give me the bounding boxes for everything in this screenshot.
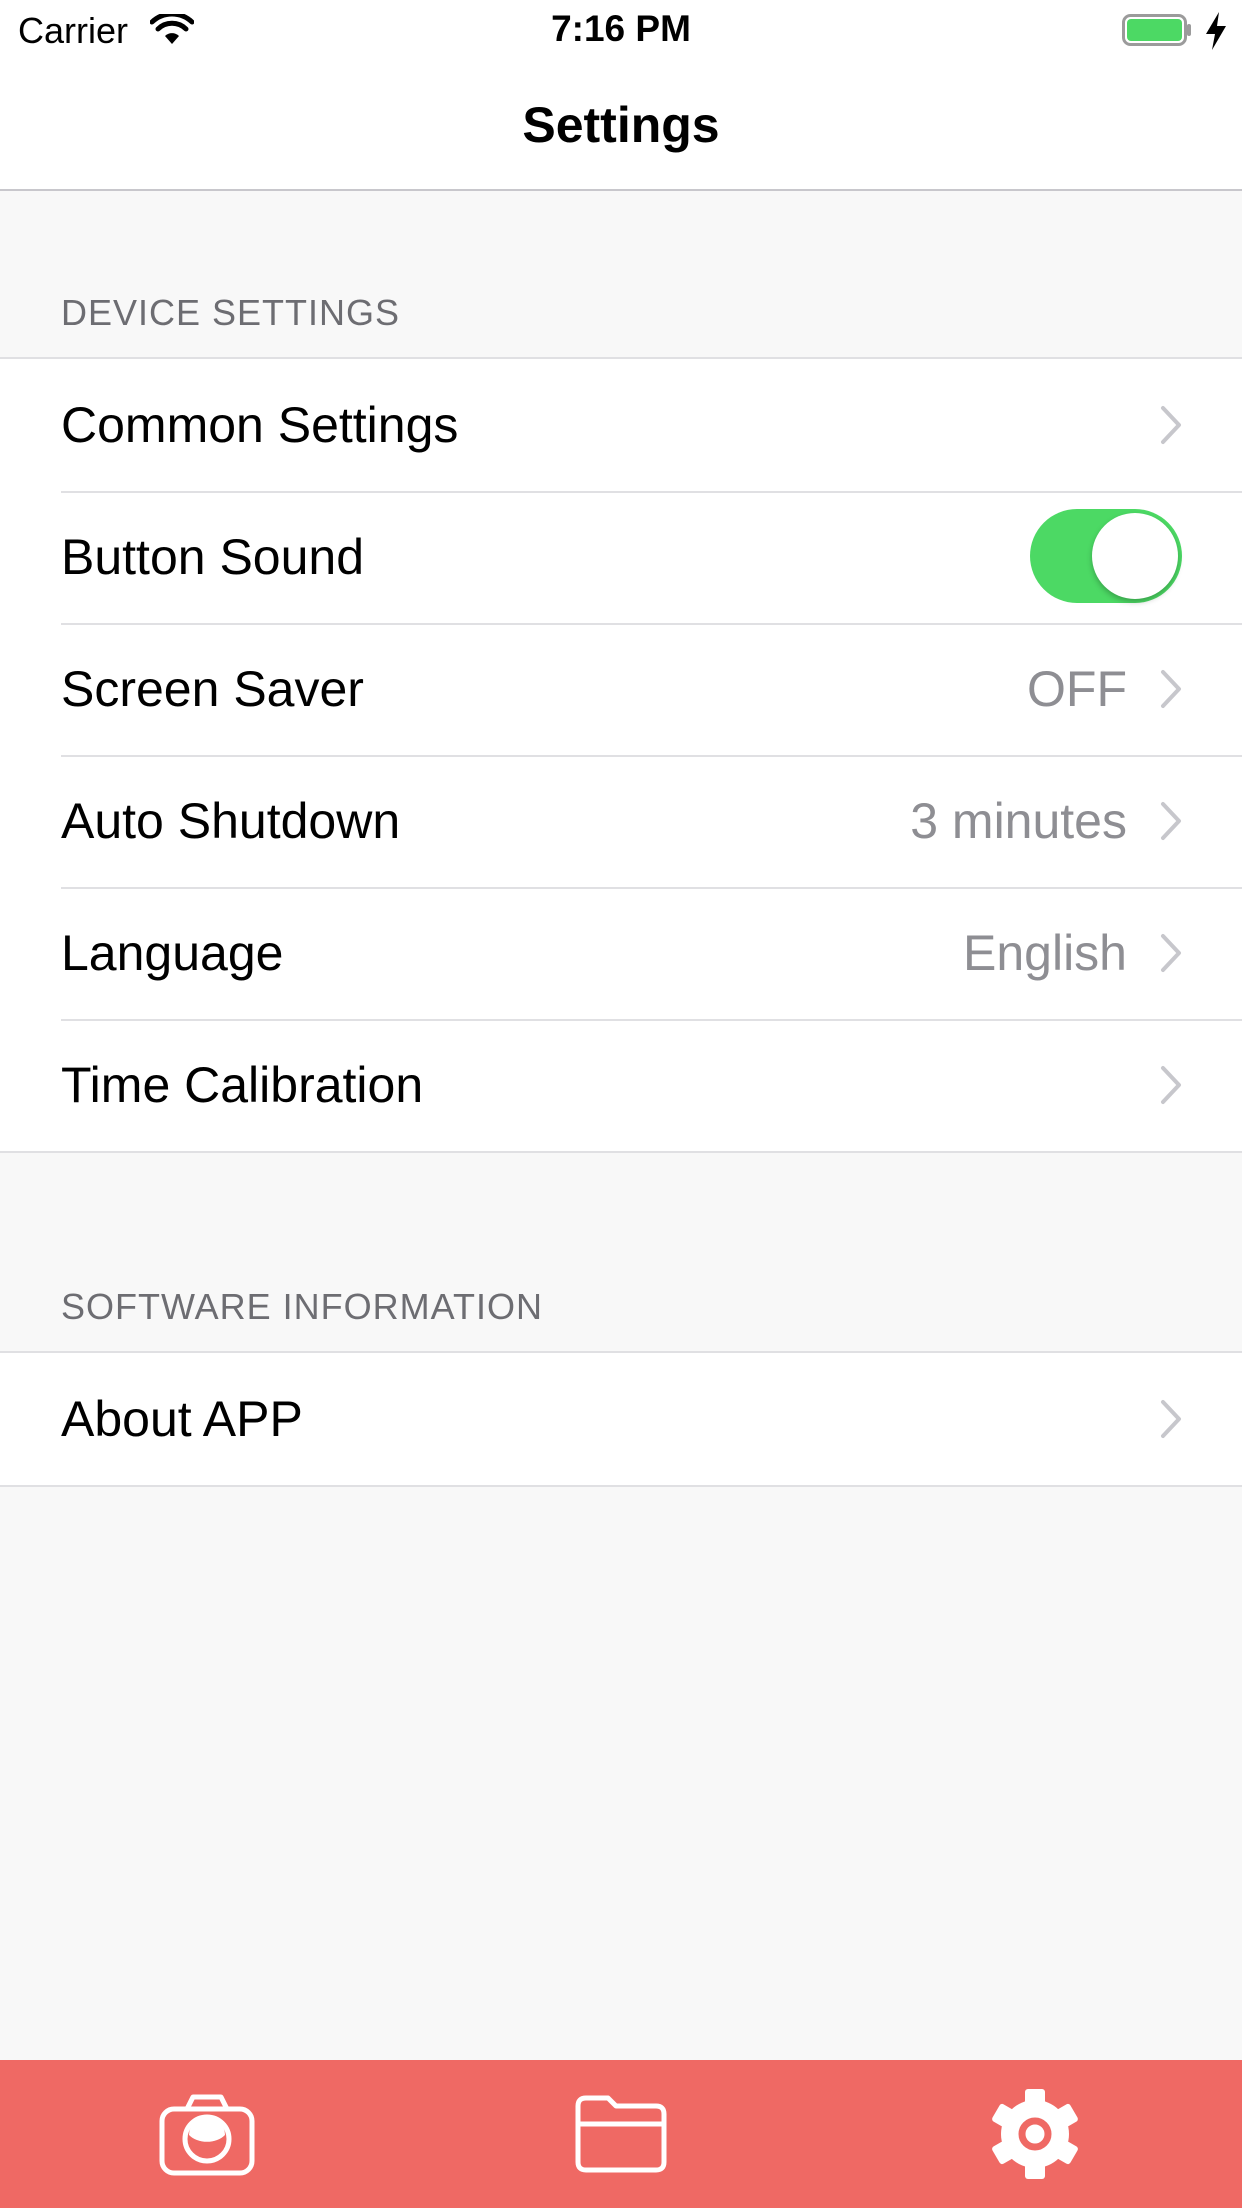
gear-icon bbox=[992, 2089, 1078, 2179]
device-settings-group: Common Settings Button Sound Screen Save… bbox=[0, 357, 1242, 1153]
navigation-bar: Settings bbox=[0, 62, 1242, 191]
row-auto-shutdown[interactable]: Auto Shutdown 3 minutes bbox=[0, 755, 1242, 887]
row-label: Language bbox=[61, 925, 284, 981]
row-value: 3 minutes bbox=[910, 793, 1127, 849]
row-label: Button Sound bbox=[61, 529, 365, 585]
row-button-sound: Button Sound bbox=[0, 491, 1242, 623]
chevron-right-icon bbox=[1161, 1400, 1181, 1438]
status-time: 7:16 PM bbox=[551, 8, 691, 49]
row-label: Auto Shutdown bbox=[61, 793, 401, 849]
toggle-knob bbox=[1092, 513, 1178, 599]
row-time-calibration[interactable]: Time Calibration bbox=[0, 1019, 1242, 1151]
row-value: English bbox=[963, 925, 1127, 981]
section-header-software-information: SOFTWARE INFORMATION bbox=[61, 1286, 543, 1327]
chevron-right-icon bbox=[1161, 670, 1181, 708]
tab-files[interactable] bbox=[414, 2060, 828, 2208]
chevron-right-icon bbox=[1161, 406, 1181, 444]
row-language[interactable]: Language English bbox=[0, 887, 1242, 1019]
tab-settings[interactable] bbox=[828, 2060, 1242, 2208]
page-title: Settings bbox=[522, 97, 720, 153]
chevron-right-icon bbox=[1161, 1066, 1181, 1104]
row-common-settings[interactable]: Common Settings bbox=[0, 359, 1242, 491]
status-bar: Carrier 7:16 PM bbox=[0, 0, 1242, 62]
chevron-right-icon bbox=[1161, 934, 1181, 972]
section-header-device-settings: DEVICE SETTINGS bbox=[61, 292, 401, 333]
row-screen-saver[interactable]: Screen Saver OFF bbox=[0, 623, 1242, 755]
row-label: Time Calibration bbox=[61, 1057, 424, 1113]
charging-bolt-icon bbox=[1206, 12, 1226, 50]
button-sound-toggle[interactable] bbox=[1030, 509, 1182, 603]
row-about-app[interactable]: About APP bbox=[0, 1353, 1242, 1485]
camera-icon bbox=[159, 2094, 255, 2176]
tab-camera[interactable] bbox=[0, 2060, 414, 2208]
row-label: Screen Saver bbox=[61, 661, 364, 717]
row-label: Common Settings bbox=[61, 397, 459, 453]
row-value: OFF bbox=[1027, 661, 1127, 717]
folder-icon bbox=[575, 2095, 667, 2173]
software-information-group: About APP bbox=[0, 1351, 1242, 1487]
chevron-right-icon bbox=[1161, 802, 1181, 840]
tab-bar bbox=[0, 2060, 1242, 2208]
battery-icon bbox=[1122, 14, 1191, 46]
row-label: About APP bbox=[61, 1391, 303, 1447]
